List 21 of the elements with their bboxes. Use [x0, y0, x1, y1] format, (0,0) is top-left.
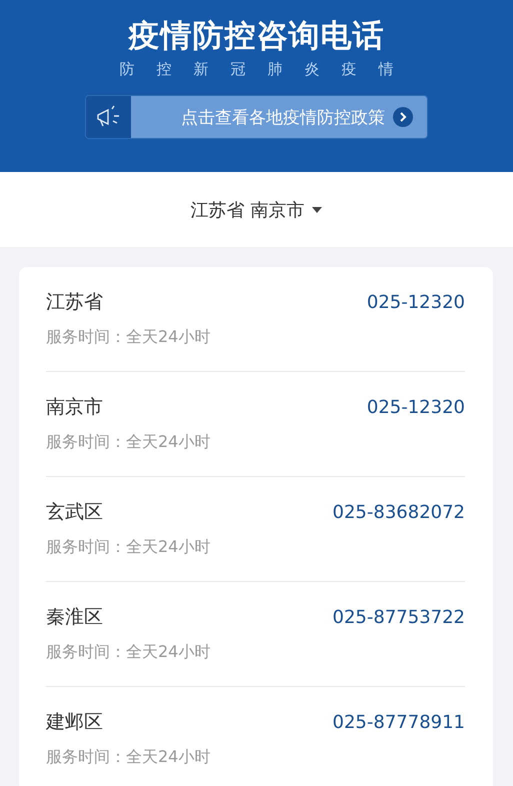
page-title: 疫情防控咨询电话	[128, 17, 384, 56]
service-hours: 服务时间：全天24小时	[46, 642, 212, 663]
phone-link[interactable]: 025-87778911	[332, 712, 465, 732]
region-name: 建邺区	[46, 710, 103, 735]
region-name: 玄武区	[46, 500, 103, 525]
phone-link[interactable]: 025-87753722	[332, 606, 465, 628]
location-dropdown[interactable]: 江苏省 南京市	[190, 198, 322, 222]
phone-link[interactable]: 025-83682072	[332, 502, 465, 522]
service-hours: 服务时间：全天24小时	[46, 747, 212, 768]
caret-down-icon	[312, 206, 322, 212]
phone-link[interactable]: 025-12320	[366, 396, 465, 418]
service-hours: 服务时间：全天24小时	[46, 537, 212, 558]
phone-link[interactable]: 025-12320	[366, 292, 465, 312]
page-subtitle: 防控新冠肺炎疫情	[120, 59, 416, 80]
service-hours: 服务时间：全天24小时	[46, 327, 212, 348]
region-name: 秦淮区	[46, 605, 103, 630]
region-name: 南京市	[46, 395, 103, 420]
megaphone-icon	[86, 96, 131, 138]
chevron-right-icon	[393, 107, 413, 127]
region-name: 江苏省	[46, 290, 103, 315]
service-hours: 服务时间：全天24小时	[46, 432, 212, 453]
